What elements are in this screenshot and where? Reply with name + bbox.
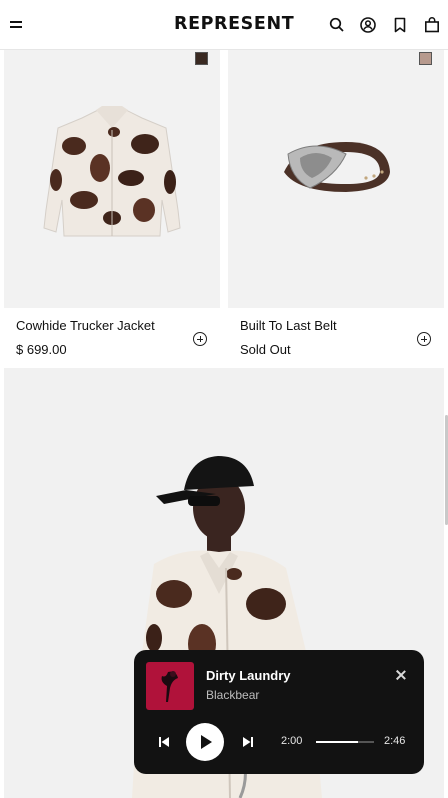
music-player: Dirty Laundry Blackbear 2:00 2:46: [134, 650, 424, 774]
add-to-cart-button[interactable]: [417, 332, 431, 346]
product-image[interactable]: [4, 50, 220, 308]
track-artist: Blackbear: [206, 688, 260, 702]
add-to-cart-button[interactable]: [193, 332, 207, 346]
current-time: 2:00: [281, 735, 303, 747]
close-icon[interactable]: [394, 668, 408, 682]
previous-track-icon[interactable]: [158, 735, 170, 747]
total-time: 2:46: [384, 735, 406, 747]
search-icon[interactable]: [328, 16, 346, 34]
progress-fill: [316, 741, 358, 743]
product-image[interactable]: [228, 50, 444, 308]
color-swatch[interactable]: [195, 52, 208, 65]
top-header: REPRESENT: [0, 0, 448, 50]
next-track-icon[interactable]: [242, 735, 254, 747]
bookmark-icon[interactable]: [391, 16, 409, 34]
play-button[interactable]: [186, 723, 224, 761]
product-name[interactable]: Cowhide Trucker Jacket: [16, 318, 155, 333]
product-status: Sold Out: [240, 342, 291, 357]
product-price: $ 699.00: [16, 342, 67, 357]
album-cover: [146, 662, 194, 710]
brand-logo[interactable]: REPRESENT: [174, 14, 294, 34]
bag-icon[interactable]: [423, 16, 441, 34]
progress-bar[interactable]: [316, 741, 374, 743]
product-card[interactable]: Built To Last Belt Sold Out: [228, 50, 444, 364]
account-icon[interactable]: [359, 16, 377, 34]
track-title: Dirty Laundry: [206, 668, 291, 683]
product-card[interactable]: Cowhide Trucker Jacket $ 699.00: [4, 50, 220, 364]
color-swatch[interactable]: [419, 52, 432, 65]
product-name[interactable]: Built To Last Belt: [240, 318, 337, 333]
menu-icon[interactable]: [10, 17, 24, 31]
